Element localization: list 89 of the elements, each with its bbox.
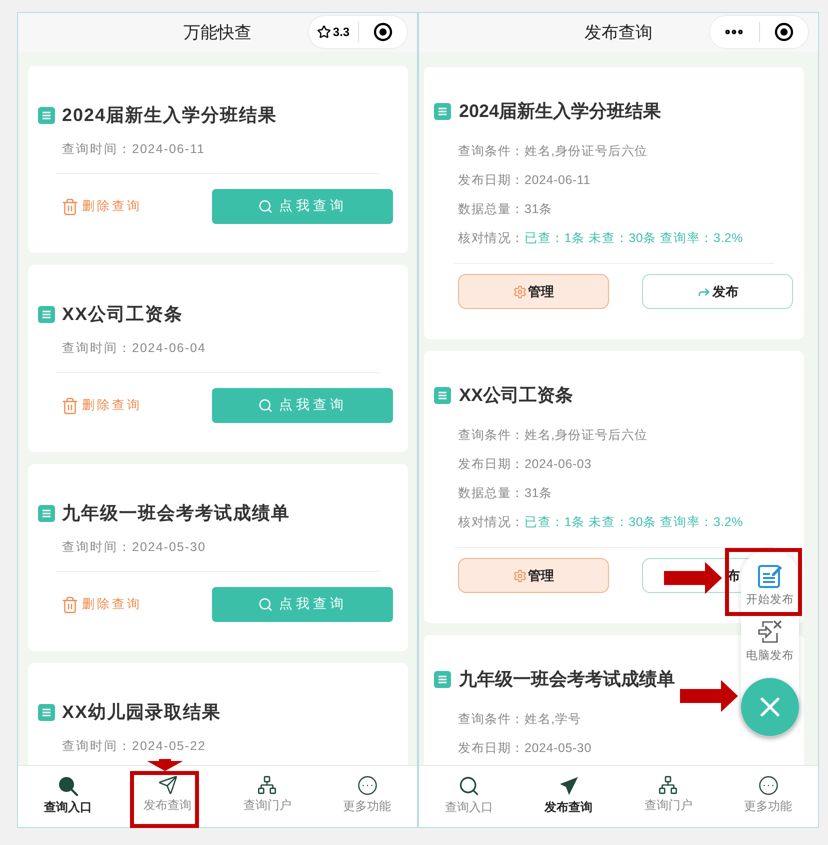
- arrow-annotation: [147, 759, 183, 771]
- more-icon: [356, 775, 378, 796]
- delete-button[interactable]: 删除查询: [61, 197, 142, 216]
- card-title: XX公司工资条: [459, 384, 574, 407]
- more-icon: [758, 775, 779, 796]
- trash-icon: [61, 198, 79, 216]
- time-label: 查询时间：: [62, 141, 132, 158]
- tab-item[interactable]: 发布查询: [544, 775, 594, 817]
- card-title: XX幼儿园录取结果: [62, 701, 222, 724]
- field-value: 2024-06-11: [524, 172, 591, 189]
- search-icon: [258, 199, 273, 214]
- import-icon: [757, 619, 783, 646]
- paper-plane-icon: [158, 775, 178, 795]
- edit-icon: [757, 563, 783, 589]
- card-title: XX公司工资条: [62, 303, 184, 326]
- tab-item[interactable]: 查询入口: [444, 775, 494, 817]
- time-value: 2024-05-30: [132, 539, 206, 556]
- time-label: 查询时间：: [62, 738, 132, 755]
- delete-button[interactable]: 删除查询: [61, 396, 142, 415]
- rating-text: 3.3: [332, 24, 350, 41]
- paper-plane-icon: [558, 775, 580, 797]
- field-label: 发布日期：: [458, 172, 524, 189]
- search-icon: [258, 597, 273, 612]
- field-label: 数据总量：: [458, 201, 524, 218]
- tab-item[interactable]: 查询门户: [242, 775, 292, 817]
- field-label: 核对情况：: [458, 514, 524, 531]
- field-label: 查询条件：: [458, 711, 524, 728]
- field-value: 2024-05-30: [524, 740, 592, 757]
- field-label: 查询条件：: [458, 143, 524, 160]
- card-title: 2024届新生入学分班结果: [62, 104, 278, 127]
- field-value: 姓名,身份证号后六位: [524, 143, 648, 160]
- star-icon[interactable]: [316, 25, 331, 39]
- trash-icon: [61, 396, 79, 414]
- document-icon: [434, 386, 451, 404]
- page-title: 发布查询: [584, 22, 652, 44]
- arrow-annotation: [680, 680, 738, 712]
- document-icon: [434, 102, 451, 120]
- manage-button[interactable]: 管理: [458, 558, 609, 593]
- field-value: 31条: [524, 485, 552, 502]
- tab-item[interactable]: 查询入口: [42, 775, 93, 817]
- fab-menu-item[interactable]: 电脑发布: [746, 619, 794, 666]
- gear-icon: [513, 284, 527, 298]
- tab-item[interactable]: 发布查询: [142, 775, 193, 817]
- query-button[interactable]: 点我查询: [212, 388, 393, 423]
- field-label: 发布日期：: [458, 456, 524, 473]
- field-label: 发布日期：: [458, 740, 524, 757]
- search-icon: [258, 398, 273, 413]
- hierarchy-icon: [658, 775, 678, 795]
- time-label: 查询时间：: [62, 340, 132, 357]
- field-label: 核对情况：: [458, 230, 524, 247]
- search-icon: [458, 775, 480, 797]
- card-title: 2024届新生入学分班结果: [459, 100, 662, 123]
- delete-button[interactable]: 删除查询: [61, 595, 142, 614]
- document-icon: [38, 704, 55, 720]
- card-title: 九年级一班会考考试成绩单: [62, 502, 290, 525]
- field-value: 姓名,学号: [524, 711, 582, 728]
- check-stats: 已查：1条 未查：30条 查询率：3.2%: [524, 514, 744, 531]
- field-label: 查询条件：: [458, 427, 524, 444]
- target-icon[interactable]: [372, 22, 393, 42]
- arrow-annotation: [664, 562, 722, 594]
- field-value: 2024-06-03: [524, 456, 592, 473]
- page-title: 万能快查: [184, 22, 252, 44]
- time-label: 查询时间：: [62, 539, 132, 556]
- document-icon: [38, 306, 55, 322]
- field-value: 31条: [524, 201, 552, 218]
- field-value: 姓名,身份证号后六位: [524, 427, 648, 444]
- highlight-box: [130, 771, 199, 828]
- publish-button[interactable]: 发布: [642, 274, 793, 309]
- hierarchy-icon: [257, 775, 278, 795]
- manage-button[interactable]: 管理: [458, 274, 609, 309]
- document-icon: [38, 106, 55, 124]
- time-value: 2024-05-22: [132, 738, 206, 755]
- fab-menu-item[interactable]: 开始发布: [746, 563, 794, 610]
- document-icon: [434, 670, 451, 688]
- query-button[interactable]: 点我查询: [212, 587, 393, 622]
- trash-icon: [61, 596, 79, 614]
- search-icon: [56, 775, 79, 797]
- tab-item[interactable]: 查询门户: [643, 775, 694, 817]
- query-button[interactable]: 点我查询: [212, 189, 393, 224]
- tab-item[interactable]: 更多功能: [342, 775, 392, 817]
- tab-item[interactable]: 更多功能: [743, 775, 794, 817]
- time-value: 2024-06-11: [132, 141, 206, 158]
- check-stats: 已查：1条 未查：30条 查询率：3.2%: [524, 230, 744, 247]
- gear-icon: [513, 568, 527, 582]
- card-title: 九年级一班会考考试成绩单: [459, 668, 675, 691]
- field-label: 数据总量：: [458, 485, 524, 502]
- time-value: 2024-06-04: [132, 340, 206, 357]
- document-icon: [38, 504, 55, 522]
- target-icon[interactable]: [774, 22, 794, 42]
